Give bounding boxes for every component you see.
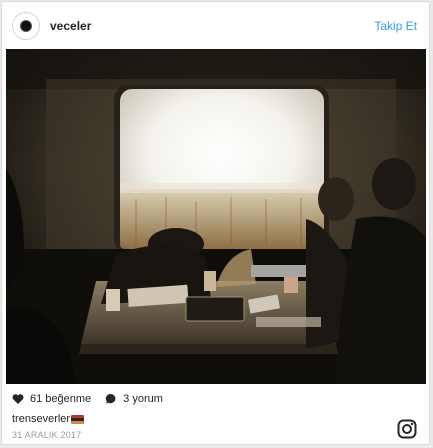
post-photo[interactable]: [6, 49, 426, 384]
caption: trenseverler: [12, 413, 85, 425]
comment-group[interactable]: 3 yorum: [105, 393, 163, 405]
instagram-icon[interactable]: [397, 419, 417, 439]
post-date: 31 ARALIK 2017: [12, 430, 82, 440]
username[interactable]: veceler: [50, 19, 91, 33]
like-group[interactable]: 61 beğenme: [12, 393, 91, 405]
avatar[interactable]: [12, 12, 40, 40]
comments-count: 3 yorum: [123, 393, 163, 405]
heart-icon[interactable]: [12, 393, 24, 405]
post-header: veceler Takip Et: [2, 2, 429, 50]
instagram-post-card: veceler Takip Et 61 beğenme 3 yorum tren…: [1, 1, 430, 445]
likes-count: 61 beğenme: [30, 393, 92, 405]
speech-bubble-icon[interactable]: [105, 393, 117, 405]
caption-text: trenseverler: [12, 413, 71, 425]
follow-button[interactable]: Takip Et: [374, 19, 419, 33]
avatar-logo-icon: [21, 21, 31, 31]
flag-icon: [71, 414, 85, 424]
post-actions: 61 beğenme 3 yorum: [12, 393, 177, 405]
